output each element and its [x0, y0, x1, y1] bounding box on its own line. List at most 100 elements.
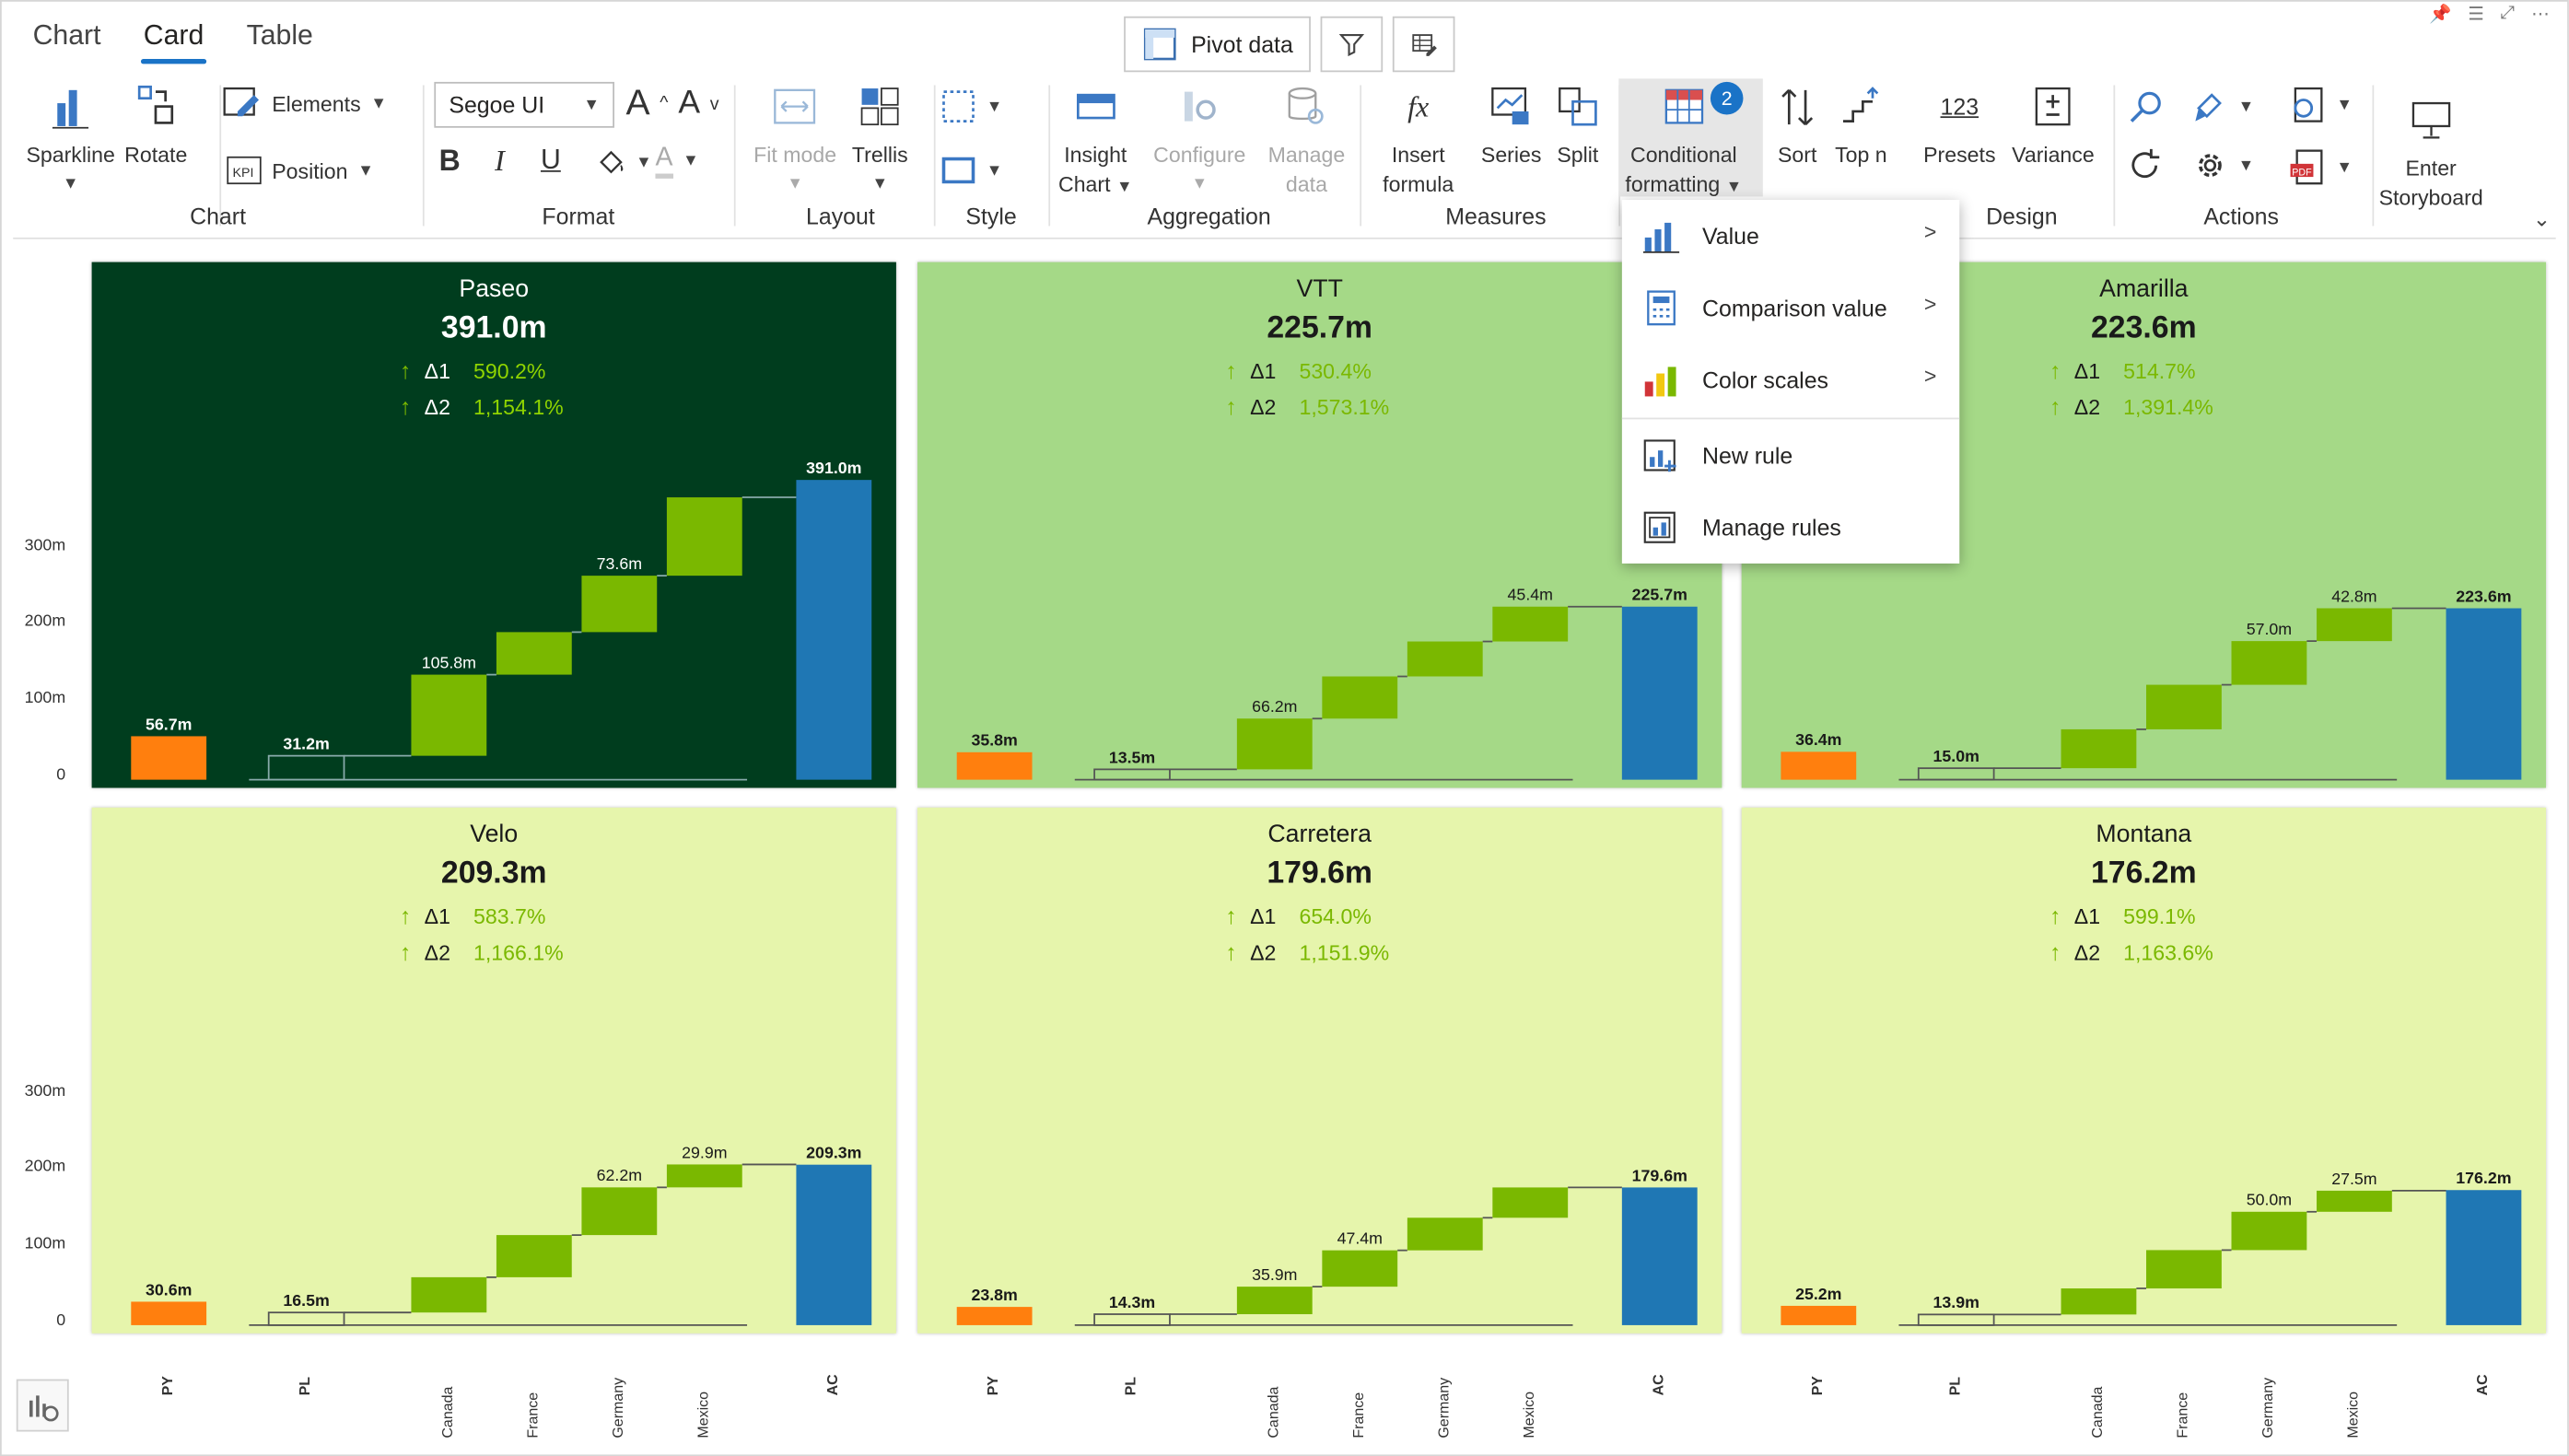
- border-style-dropdown[interactable]: ▼: [940, 88, 1002, 124]
- function-icon: fx: [1407, 89, 1430, 123]
- export-pdf-dropdown[interactable]: PDF ▼: [2287, 147, 2353, 187]
- data-label: 223.6m: [2456, 587, 2511, 605]
- y-tick-label: 100m: [24, 1235, 66, 1253]
- design-group-label: Design: [1986, 203, 2058, 230]
- underline-button[interactable]: U: [541, 145, 561, 178]
- menu-item-value[interactable]: Value >: [1622, 200, 1959, 272]
- font-color-dropdown[interactable]: A ▼: [655, 145, 699, 179]
- more-options-icon[interactable]: ⋯: [2531, 4, 2550, 25]
- series-button[interactable]: Series: [1481, 82, 1541, 170]
- rules-count-badge: 2: [1710, 81, 1744, 115]
- sparkline-button[interactable]: Sparkline ▼: [26, 82, 115, 200]
- menu-item-color-scales[interactable]: Color scales >: [1622, 344, 1959, 416]
- y-tick-label: 0: [56, 766, 66, 785]
- waterfall-bar-ac: [796, 1164, 872, 1325]
- data-label: 209.3m: [806, 1144, 861, 1162]
- font-family-select[interactable]: Segoe UI ▼: [434, 81, 614, 128]
- data-label: 16.5m: [283, 1291, 329, 1310]
- elements-dropdown[interactable]: Elements ▼: [223, 85, 387, 121]
- y-tick-label: 300m: [24, 1081, 66, 1101]
- collapse-ribbon-button[interactable]: ⌄: [2533, 206, 2551, 232]
- position-dropdown[interactable]: KPI Position ▼: [226, 154, 374, 187]
- waterfall-bar-pl: [267, 754, 345, 781]
- menu-item-comparison-value[interactable]: Comparison value >: [1622, 272, 1959, 344]
- kpi-card-carretera[interactable]: Carretera 179.6m ↑ Δ1 654.0% ↑ Δ2 1,151.9% 23.8m…: [917, 807, 1722, 1334]
- x-tick-label: Germany: [1435, 1377, 1452, 1439]
- tab-card[interactable]: Card: [140, 19, 207, 64]
- decrease-font-button[interactable]: Av: [678, 85, 718, 122]
- presets-button[interactable]: 123 Presets: [1923, 82, 1995, 170]
- series-icon: [1491, 87, 1530, 125]
- data-label: 42.8m: [2331, 587, 2376, 605]
- bold-button[interactable]: B: [439, 145, 461, 179]
- insight-chart-button[interactable]: Insight Chart ▼: [1058, 82, 1133, 204]
- fill-color-dropdown[interactable]: ▼: [596, 147, 652, 177]
- settings-dropdown[interactable]: ▼: [2192, 147, 2254, 183]
- format-painter-dropdown[interactable]: ▼: [2192, 88, 2254, 124]
- edit-table-button[interactable]: [1393, 16, 1455, 73]
- menu-item-manage-rules[interactable]: Manage rules: [1622, 492, 1959, 564]
- bar-chart-icon: [1642, 222, 1680, 253]
- filter-pane-icon[interactable]: ☰: [2468, 4, 2484, 25]
- waterfall-bar-mexico: [666, 497, 742, 577]
- waterfall-bar-canada: [1236, 1287, 1313, 1315]
- rotate-button[interactable]: Rotate: [124, 82, 187, 170]
- waterfall-bar-ac: [1621, 606, 1698, 780]
- focus-mode-icon[interactable]: ⤢: [2501, 4, 2516, 25]
- x-tick-label: France: [1349, 1392, 1367, 1439]
- kpi-card-vtt[interactable]: VTT 225.7m ↑ Δ1 530.4% ↑ Δ2 1,573.1% 35.8m 13.5m 6…: [917, 262, 1722, 788]
- data-label: 15.0m: [1933, 747, 1979, 765]
- conditional-formatting-icon: [1664, 88, 1703, 124]
- data-label: 13.9m: [1933, 1293, 1979, 1311]
- manage-data-button[interactable]: Manage data: [1268, 82, 1345, 200]
- data-label: 13.5m: [1109, 748, 1155, 766]
- pin-icon[interactable]: 📌: [2429, 4, 2451, 25]
- italic-button[interactable]: I: [495, 145, 505, 179]
- pivot-data-button[interactable]: Pivot data: [1124, 16, 1312, 73]
- waterfall-bar-france: [2146, 684, 2222, 729]
- shape-style-dropdown[interactable]: ▼: [940, 154, 1002, 187]
- data-label: 30.6m: [146, 1280, 192, 1299]
- waterfall-bar-canada: [1236, 718, 1313, 770]
- menu-item-new-rule[interactable]: New rule: [1622, 419, 1959, 491]
- increase-font-button[interactable]: A ^: [625, 82, 668, 124]
- configure-button[interactable]: Configure ▼: [1153, 82, 1245, 200]
- waterfall-chart: 30.6m 16.5m 62.2m 29.9m 209.3m: [131, 1143, 872, 1326]
- waterfall-bar-py: [131, 736, 207, 780]
- variance-button[interactable]: Variance: [2012, 82, 2095, 170]
- enter-storyboard-button[interactable]: Enter Storyboard: [2379, 95, 2483, 213]
- kpi-card-montana[interactable]: Montana 176.2m ↑ Δ1 599.1% ↑ Δ2 1,163.6% 25.2m 13…: [1741, 807, 2547, 1334]
- aggregation-group-label: Aggregation: [1147, 203, 1271, 230]
- data-label: 29.9m: [682, 1143, 727, 1161]
- x-tick-label: PY: [158, 1376, 176, 1396]
- kpi-card-paseo[interactable]: Paseo 391.0m ↑ Δ1 590.2% ↑ Δ2 1,154.1% 56.7m 31.2…: [91, 262, 896, 788]
- fit-mode-button[interactable]: Fit mode ▼: [753, 82, 836, 200]
- number-format-icon: 123: [1940, 93, 1979, 120]
- paint-bucket-icon: [600, 150, 624, 174]
- trellis-button[interactable]: Trellis ▼: [852, 82, 908, 200]
- sort-button[interactable]: Sort: [1772, 82, 1821, 170]
- view-tabs: Chart Card Table: [33, 19, 313, 64]
- filter-button[interactable]: [1321, 16, 1384, 73]
- pivot-icon: [1143, 28, 1176, 61]
- waterfall-bar-mexico: [1492, 1187, 1569, 1218]
- visual-settings-button[interactable]: [16, 1379, 69, 1432]
- chevron-right-icon: >: [1923, 363, 1937, 389]
- waterfall-bar-mexico: [666, 1164, 742, 1188]
- x-tick-label: Mexico: [695, 1391, 711, 1439]
- kpi-card-velo[interactable]: Velo 209.3m ↑ Δ1 583.7% ↑ Δ2 1,166.1% 30.6m 16.5m…: [91, 807, 896, 1334]
- svg-text:KPI: KPI: [233, 166, 254, 181]
- reset-button[interactable]: [2127, 147, 2163, 183]
- export-settings-icon: [2294, 87, 2323, 122]
- x-tick-label: Mexico: [1520, 1391, 1537, 1439]
- export-settings-dropdown[interactable]: ▼: [2287, 85, 2353, 124]
- search-button[interactable]: [2127, 88, 2166, 128]
- x-tick-label: AC: [823, 1374, 841, 1396]
- tab-table[interactable]: Table: [247, 19, 313, 52]
- data-label: 73.6m: [597, 554, 642, 573]
- split-button[interactable]: Split: [1553, 82, 1602, 170]
- top-n-button[interactable]: Top n: [1835, 82, 1887, 170]
- insert-formula-button[interactable]: fx Insert formula: [1383, 82, 1454, 200]
- data-label: 66.2m: [1252, 697, 1297, 716]
- tab-chart[interactable]: Chart: [33, 19, 101, 52]
